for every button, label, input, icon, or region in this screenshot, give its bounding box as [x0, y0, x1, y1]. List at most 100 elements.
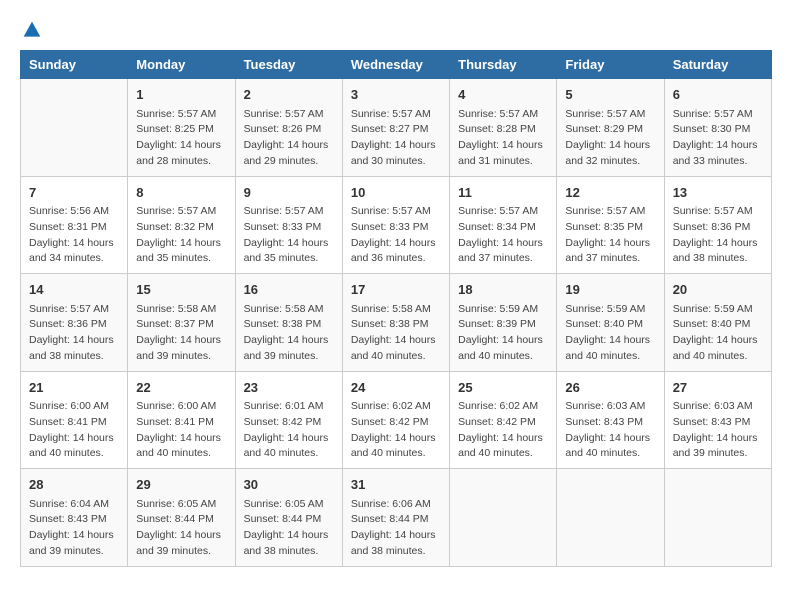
day-number: 6	[673, 85, 763, 105]
day-number: 15	[136, 280, 226, 300]
day-number: 4	[458, 85, 548, 105]
day-number: 14	[29, 280, 119, 300]
weekday-header-tuesday: Tuesday	[235, 51, 342, 79]
calendar-cell: 11Sunrise: 5:57 AM Sunset: 8:34 PM Dayli…	[450, 176, 557, 274]
day-number: 22	[136, 378, 226, 398]
day-number: 13	[673, 183, 763, 203]
day-content: Sunrise: 5:59 AM Sunset: 8:40 PM Dayligh…	[565, 302, 655, 365]
day-content: Sunrise: 5:57 AM Sunset: 8:35 PM Dayligh…	[565, 204, 655, 267]
calendar-cell: 31Sunrise: 6:06 AM Sunset: 8:44 PM Dayli…	[342, 469, 449, 567]
day-content: Sunrise: 5:58 AM Sunset: 8:37 PM Dayligh…	[136, 302, 226, 365]
day-content: Sunrise: 6:02 AM Sunset: 8:42 PM Dayligh…	[458, 399, 548, 462]
day-content: Sunrise: 5:57 AM Sunset: 8:27 PM Dayligh…	[351, 107, 441, 170]
day-content: Sunrise: 5:57 AM Sunset: 8:29 PM Dayligh…	[565, 107, 655, 170]
day-content: Sunrise: 6:05 AM Sunset: 8:44 PM Dayligh…	[244, 497, 334, 560]
day-number: 17	[351, 280, 441, 300]
day-number: 7	[29, 183, 119, 203]
week-row-3: 14Sunrise: 5:57 AM Sunset: 8:36 PM Dayli…	[21, 274, 772, 372]
logo-icon	[22, 20, 42, 40]
day-content: Sunrise: 6:02 AM Sunset: 8:42 PM Dayligh…	[351, 399, 441, 462]
day-content: Sunrise: 5:57 AM Sunset: 8:33 PM Dayligh…	[351, 204, 441, 267]
calendar-table: SundayMondayTuesdayWednesdayThursdayFrid…	[20, 50, 772, 567]
calendar-cell: 5Sunrise: 5:57 AM Sunset: 8:29 PM Daylig…	[557, 79, 664, 177]
calendar-cell: 14Sunrise: 5:57 AM Sunset: 8:36 PM Dayli…	[21, 274, 128, 372]
weekday-header-monday: Monday	[128, 51, 235, 79]
calendar-cell: 26Sunrise: 6:03 AM Sunset: 8:43 PM Dayli…	[557, 371, 664, 469]
day-content: Sunrise: 6:01 AM Sunset: 8:42 PM Dayligh…	[244, 399, 334, 462]
day-number: 30	[244, 475, 334, 495]
calendar-cell: 27Sunrise: 6:03 AM Sunset: 8:43 PM Dayli…	[664, 371, 771, 469]
day-content: Sunrise: 5:57 AM Sunset: 8:33 PM Dayligh…	[244, 204, 334, 267]
day-content: Sunrise: 5:58 AM Sunset: 8:38 PM Dayligh…	[351, 302, 441, 365]
day-number: 21	[29, 378, 119, 398]
calendar-cell: 19Sunrise: 5:59 AM Sunset: 8:40 PM Dayli…	[557, 274, 664, 372]
week-row-5: 28Sunrise: 6:04 AM Sunset: 8:43 PM Dayli…	[21, 469, 772, 567]
calendar-cell: 16Sunrise: 5:58 AM Sunset: 8:38 PM Dayli…	[235, 274, 342, 372]
calendar-cell: 9Sunrise: 5:57 AM Sunset: 8:33 PM Daylig…	[235, 176, 342, 274]
calendar-cell: 7Sunrise: 5:56 AM Sunset: 8:31 PM Daylig…	[21, 176, 128, 274]
day-content: Sunrise: 5:57 AM Sunset: 8:26 PM Dayligh…	[244, 107, 334, 170]
calendar-cell: 21Sunrise: 6:00 AM Sunset: 8:41 PM Dayli…	[21, 371, 128, 469]
weekday-header-friday: Friday	[557, 51, 664, 79]
calendar-cell	[557, 469, 664, 567]
day-number: 24	[351, 378, 441, 398]
week-row-2: 7Sunrise: 5:56 AM Sunset: 8:31 PM Daylig…	[21, 176, 772, 274]
calendar-cell: 6Sunrise: 5:57 AM Sunset: 8:30 PM Daylig…	[664, 79, 771, 177]
day-content: Sunrise: 5:56 AM Sunset: 8:31 PM Dayligh…	[29, 204, 119, 267]
day-number: 20	[673, 280, 763, 300]
day-content: Sunrise: 5:57 AM Sunset: 8:32 PM Dayligh…	[136, 204, 226, 267]
day-number: 16	[244, 280, 334, 300]
day-content: Sunrise: 5:59 AM Sunset: 8:40 PM Dayligh…	[673, 302, 763, 365]
day-number: 28	[29, 475, 119, 495]
weekday-header-wednesday: Wednesday	[342, 51, 449, 79]
day-number: 9	[244, 183, 334, 203]
day-content: Sunrise: 5:57 AM Sunset: 8:25 PM Dayligh…	[136, 107, 226, 170]
day-content: Sunrise: 5:58 AM Sunset: 8:38 PM Dayligh…	[244, 302, 334, 365]
calendar-cell: 17Sunrise: 5:58 AM Sunset: 8:38 PM Dayli…	[342, 274, 449, 372]
weekday-header-thursday: Thursday	[450, 51, 557, 79]
calendar-cell	[450, 469, 557, 567]
day-number: 23	[244, 378, 334, 398]
day-number: 3	[351, 85, 441, 105]
day-content: Sunrise: 5:59 AM Sunset: 8:39 PM Dayligh…	[458, 302, 548, 365]
page-header	[20, 20, 772, 40]
day-content: Sunrise: 5:57 AM Sunset: 8:30 PM Dayligh…	[673, 107, 763, 170]
day-content: Sunrise: 5:57 AM Sunset: 8:36 PM Dayligh…	[29, 302, 119, 365]
calendar-cell: 10Sunrise: 5:57 AM Sunset: 8:33 PM Dayli…	[342, 176, 449, 274]
day-content: Sunrise: 6:04 AM Sunset: 8:43 PM Dayligh…	[29, 497, 119, 560]
calendar-cell: 18Sunrise: 5:59 AM Sunset: 8:39 PM Dayli…	[450, 274, 557, 372]
day-content: Sunrise: 5:57 AM Sunset: 8:34 PM Dayligh…	[458, 204, 548, 267]
day-number: 26	[565, 378, 655, 398]
calendar-cell: 8Sunrise: 5:57 AM Sunset: 8:32 PM Daylig…	[128, 176, 235, 274]
calendar-cell: 12Sunrise: 5:57 AM Sunset: 8:35 PM Dayli…	[557, 176, 664, 274]
calendar-cell: 3Sunrise: 5:57 AM Sunset: 8:27 PM Daylig…	[342, 79, 449, 177]
day-number: 29	[136, 475, 226, 495]
day-number: 8	[136, 183, 226, 203]
day-number: 12	[565, 183, 655, 203]
day-number: 11	[458, 183, 548, 203]
calendar-cell: 30Sunrise: 6:05 AM Sunset: 8:44 PM Dayli…	[235, 469, 342, 567]
day-number: 25	[458, 378, 548, 398]
weekday-header-sunday: Sunday	[21, 51, 128, 79]
day-content: Sunrise: 6:03 AM Sunset: 8:43 PM Dayligh…	[565, 399, 655, 462]
day-number: 27	[673, 378, 763, 398]
day-content: Sunrise: 5:57 AM Sunset: 8:36 PM Dayligh…	[673, 204, 763, 267]
day-number: 18	[458, 280, 548, 300]
logo	[20, 20, 42, 40]
day-number: 19	[565, 280, 655, 300]
weekday-header-row: SundayMondayTuesdayWednesdayThursdayFrid…	[21, 51, 772, 79]
day-number: 2	[244, 85, 334, 105]
calendar-cell: 2Sunrise: 5:57 AM Sunset: 8:26 PM Daylig…	[235, 79, 342, 177]
day-content: Sunrise: 6:03 AM Sunset: 8:43 PM Dayligh…	[673, 399, 763, 462]
calendar-cell: 20Sunrise: 5:59 AM Sunset: 8:40 PM Dayli…	[664, 274, 771, 372]
day-content: Sunrise: 6:00 AM Sunset: 8:41 PM Dayligh…	[29, 399, 119, 462]
day-number: 31	[351, 475, 441, 495]
calendar-cell: 13Sunrise: 5:57 AM Sunset: 8:36 PM Dayli…	[664, 176, 771, 274]
calendar-cell: 29Sunrise: 6:05 AM Sunset: 8:44 PM Dayli…	[128, 469, 235, 567]
calendar-cell: 15Sunrise: 5:58 AM Sunset: 8:37 PM Dayli…	[128, 274, 235, 372]
weekday-header-saturday: Saturday	[664, 51, 771, 79]
calendar-cell: 1Sunrise: 5:57 AM Sunset: 8:25 PM Daylig…	[128, 79, 235, 177]
calendar-cell: 24Sunrise: 6:02 AM Sunset: 8:42 PM Dayli…	[342, 371, 449, 469]
calendar-cell	[21, 79, 128, 177]
calendar-cell: 4Sunrise: 5:57 AM Sunset: 8:28 PM Daylig…	[450, 79, 557, 177]
